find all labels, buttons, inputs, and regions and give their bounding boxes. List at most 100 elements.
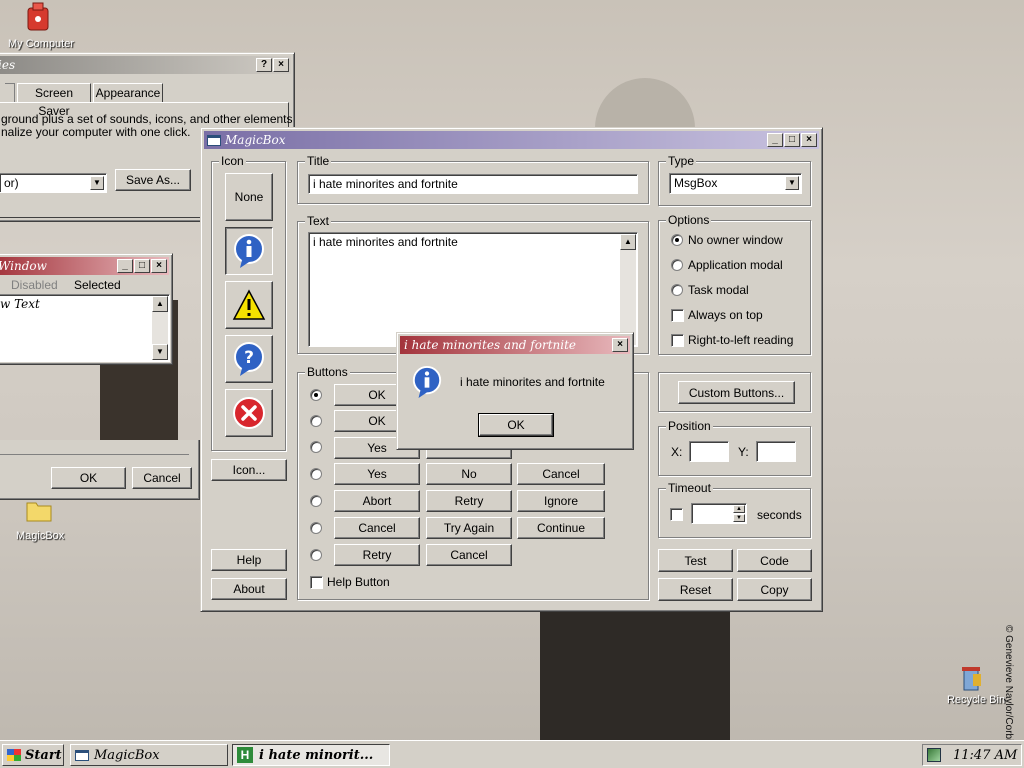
- copy-button[interactable]: Copy: [737, 578, 812, 601]
- help-button[interactable]: Help: [211, 549, 287, 571]
- close-icon[interactable]: ×: [273, 58, 289, 72]
- recycle-bin-icon[interactable]: [958, 664, 984, 692]
- row7-retry-button[interactable]: Retry: [334, 544, 420, 566]
- small-window-scrollbar[interactable]: ▲ ▼: [152, 296, 168, 360]
- minimize-icon[interactable]: _: [117, 259, 133, 273]
- save-as-button[interactable]: Save As...: [115, 169, 191, 191]
- always-on-top-checkbox[interactable]: [671, 309, 684, 322]
- icon-information-button[interactable]: [225, 227, 273, 275]
- tab-bar: Screen Saver Appearance: [1, 83, 291, 118]
- position-x-label: X:: [671, 445, 683, 459]
- buttons-radio-4[interactable]: [310, 468, 322, 480]
- test-button[interactable]: Test: [658, 549, 733, 572]
- minimize-icon[interactable]: _: [767, 133, 783, 147]
- help-icon[interactable]: ?: [256, 58, 272, 72]
- tab-appearance[interactable]: Appearance: [93, 83, 163, 103]
- task-modal-radio[interactable]: [671, 284, 683, 296]
- buttons-radio-7[interactable]: [310, 549, 322, 561]
- small-window-textarea[interactable]: w Text: [0, 294, 170, 362]
- seconds-label: seconds: [757, 508, 802, 522]
- spin-up-icon[interactable]: ▲: [733, 505, 745, 513]
- chevron-down-icon[interactable]: ▼: [785, 176, 799, 190]
- theme-combo[interactable]: or) ▼: [0, 173, 107, 193]
- application-modal-radio[interactable]: [671, 259, 683, 271]
- scroll-up-icon[interactable]: ▲: [152, 296, 168, 312]
- custom-buttons-button[interactable]: Custom Buttons...: [678, 381, 795, 404]
- row7-cancel-button[interactable]: Cancel: [426, 544, 512, 566]
- icon-browse-button[interactable]: Icon...: [211, 459, 287, 481]
- tab-selected[interactable]: Selected: [74, 278, 121, 292]
- close-icon[interactable]: ×: [801, 133, 817, 147]
- chevron-down-icon[interactable]: ▼: [90, 176, 104, 190]
- scroll-down-icon[interactable]: ▼: [152, 344, 168, 360]
- cancel-button[interactable]: Cancel: [132, 467, 192, 489]
- row4-cancel-button[interactable]: Cancel: [517, 463, 605, 485]
- small-window: Window _ □ × Disabled Selected w Text ▲ …: [0, 253, 173, 365]
- icon-question-button[interactable]: ?: [225, 335, 273, 383]
- maximize-icon[interactable]: □: [134, 259, 150, 273]
- icon-error-button[interactable]: [225, 389, 273, 437]
- rtl-reading-checkbox[interactable]: [671, 334, 684, 347]
- clock[interactable]: 11:47 AM: [953, 748, 1017, 763]
- error-icon: [233, 397, 265, 429]
- title-input[interactable]: i hate minorites and fortnite: [308, 174, 638, 194]
- row4-yes-button[interactable]: Yes: [334, 463, 420, 485]
- my-computer-icon[interactable]: [26, 2, 50, 32]
- tab-screen-saver[interactable]: Screen Saver: [17, 83, 91, 118]
- help-button-checkbox[interactable]: [310, 576, 323, 589]
- small-window-titlebar[interactable]: Window _ □ ×: [0, 257, 169, 275]
- task-modal-label: Task modal: [688, 283, 749, 297]
- rtl-reading-label: Right-to-left reading: [688, 333, 794, 347]
- text-textarea[interactable]: i hate minorites and fortnite: [308, 232, 638, 347]
- position-y-input[interactable]: [756, 441, 796, 462]
- buttons-radio-3[interactable]: [310, 441, 322, 453]
- maximize-icon[interactable]: □: [784, 133, 800, 147]
- background-figure: [540, 600, 730, 740]
- reset-button[interactable]: Reset: [658, 578, 733, 601]
- start-button[interactable]: Start: [2, 744, 64, 766]
- no-owner-window-radio[interactable]: [671, 234, 683, 246]
- display-properties-titlebar[interactable]: ies ? ×: [0, 56, 291, 74]
- position-x-input[interactable]: [689, 441, 729, 462]
- buttons-radio-5[interactable]: [310, 495, 322, 507]
- text-scrollbar[interactable]: ▲: [620, 234, 636, 345]
- ok-button[interactable]: OK: [51, 467, 126, 489]
- network-icon[interactable]: [927, 748, 941, 762]
- scroll-up-icon[interactable]: ▲: [620, 234, 636, 250]
- help-button-label: Help Button: [327, 575, 390, 589]
- buttons-radio-6[interactable]: [310, 522, 322, 534]
- row4-no-button[interactable]: No: [426, 463, 512, 485]
- row6-cancel-button[interactable]: Cancel: [334, 517, 420, 539]
- close-icon[interactable]: ×: [151, 259, 167, 273]
- buttons-radio-2[interactable]: [310, 415, 322, 427]
- message-ok-button[interactable]: OK: [478, 413, 554, 437]
- icon-none-button[interactable]: None: [225, 173, 273, 221]
- row6-try-again-button[interactable]: Try Again: [426, 517, 512, 539]
- icon-warning-button[interactable]: [225, 281, 273, 329]
- type-select[interactable]: MsgBox ▼: [669, 173, 802, 194]
- close-icon[interactable]: ×: [612, 338, 628, 352]
- magicbox-folder-icon[interactable]: [26, 498, 52, 522]
- timeout-spinner[interactable]: ▲ ▼: [691, 503, 747, 524]
- about-button[interactable]: About: [211, 578, 287, 600]
- svg-text:?: ?: [244, 348, 254, 368]
- code-button[interactable]: Code: [737, 549, 812, 572]
- message-box-titlebar[interactable]: i hate minorites and fortnite ×: [400, 336, 630, 354]
- row5-abort-button[interactable]: Abort: [334, 490, 420, 512]
- theme-description-1: ground plus a set of sounds, icons, and …: [1, 112, 293, 126]
- always-on-top-label: Always on top: [688, 308, 763, 322]
- spin-down-icon[interactable]: ▼: [733, 514, 745, 522]
- taskbar-message-box[interactable]: H i hate minorit...: [232, 744, 390, 766]
- taskbar-magicbox[interactable]: MagicBox: [70, 744, 228, 766]
- message-box-dialog: i hate minorites and fortnite × i hate m…: [396, 332, 634, 450]
- magicbox-titlebar[interactable]: MagicBox _ □ ×: [204, 131, 819, 149]
- buttons-radio-1[interactable]: [310, 389, 322, 401]
- message-text: i hate minorites and fortnite: [460, 375, 605, 389]
- warning-icon: [232, 289, 266, 320]
- row6-continue-button[interactable]: Continue: [517, 517, 605, 539]
- tab-left-edge[interactable]: [5, 83, 15, 103]
- timeout-checkbox[interactable]: [670, 508, 683, 521]
- theme-description-2: nalize your computer with one click.: [1, 125, 191, 139]
- row5-retry-button[interactable]: Retry: [426, 490, 512, 512]
- row5-ignore-button[interactable]: Ignore: [517, 490, 605, 512]
